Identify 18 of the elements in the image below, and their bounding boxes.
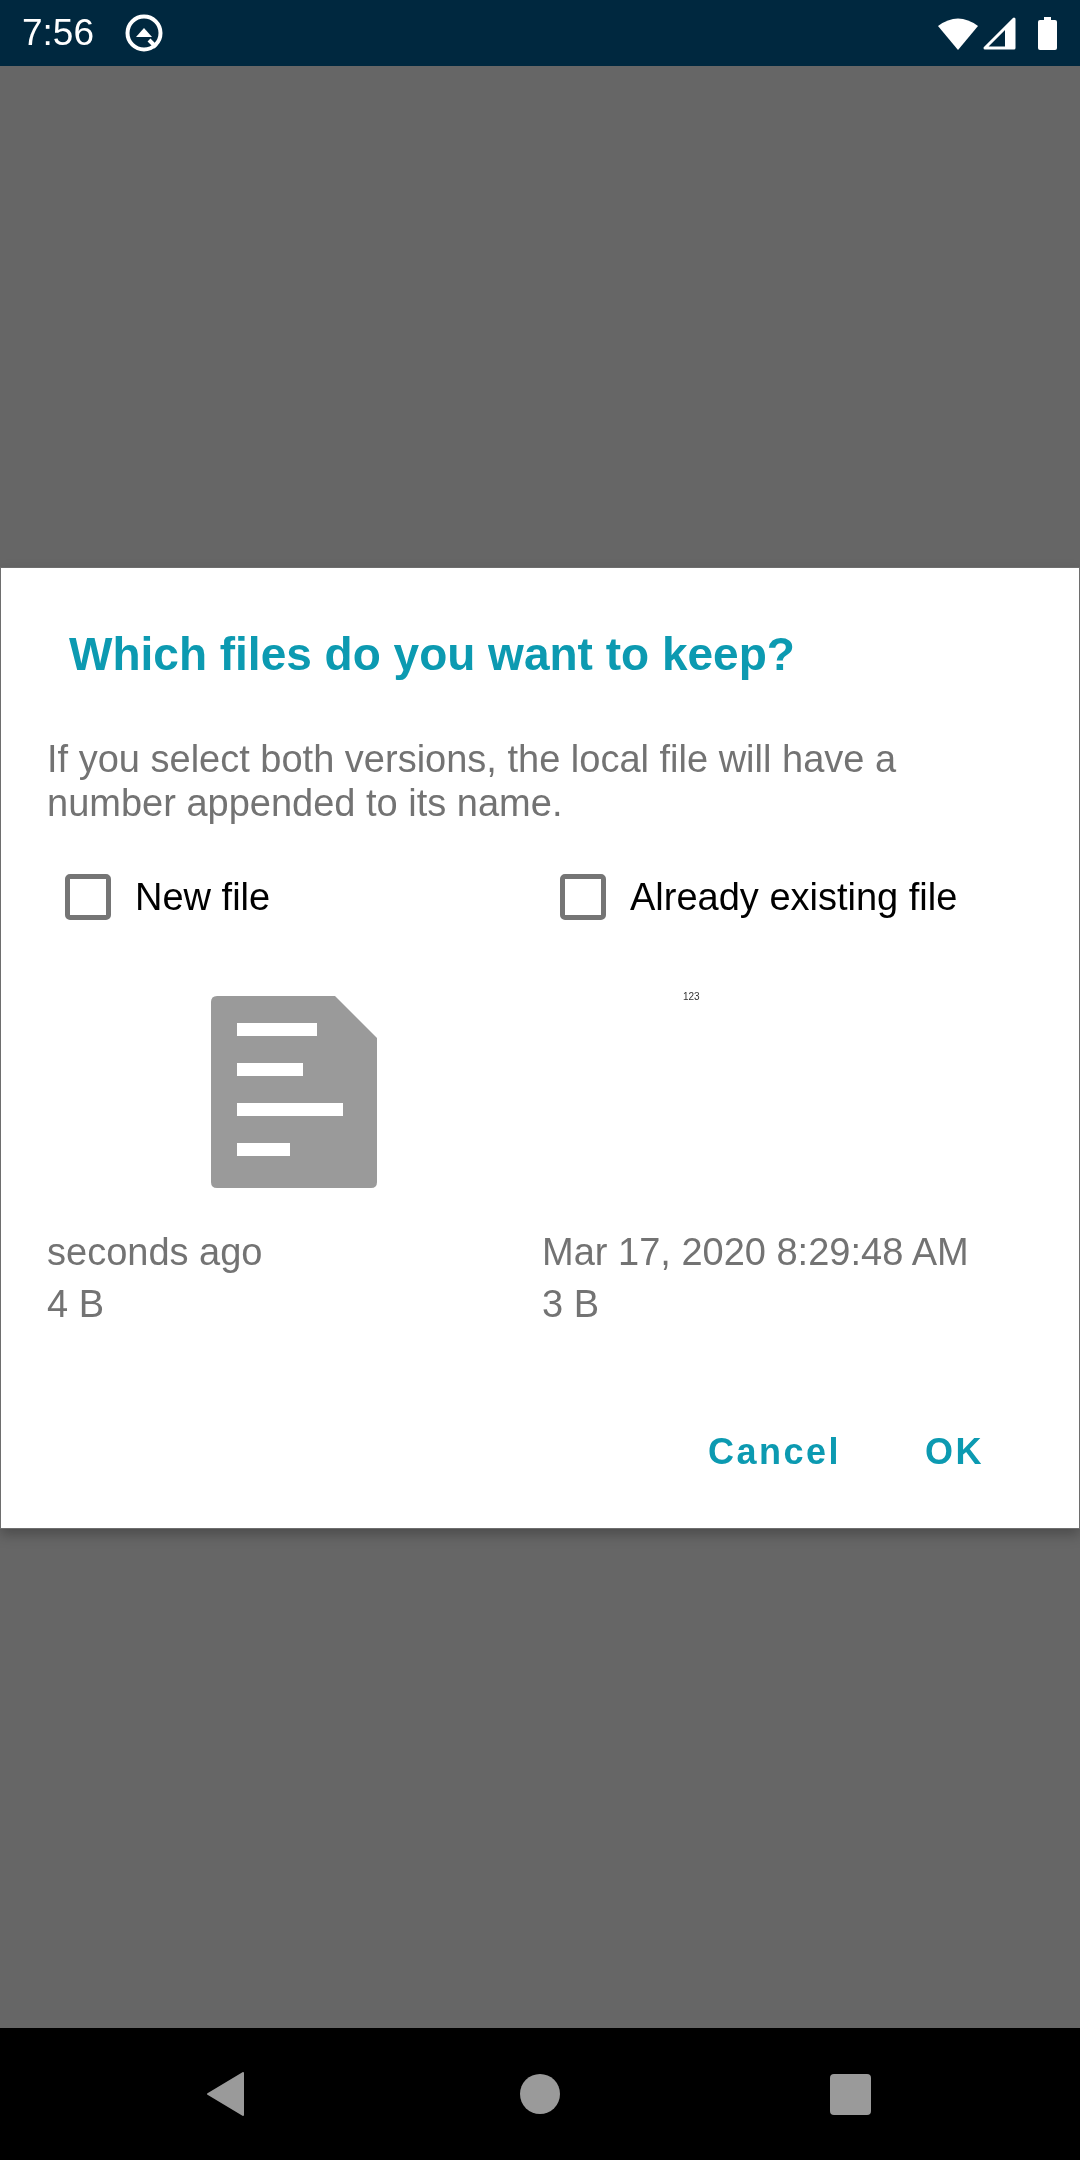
file-size: 3 B	[542, 1282, 600, 1327]
battery-icon	[1038, 16, 1057, 50]
recents-icon[interactable]	[830, 2073, 871, 2115]
file-preview-text: 123	[683, 991, 700, 1002]
circle-logo-icon	[125, 14, 163, 52]
signal-icon	[983, 16, 1016, 50]
file-date: Mar 17, 2020 8:29:48 AM	[542, 1230, 969, 1275]
status-time: 7:56	[22, 11, 94, 55]
document-icon	[211, 996, 377, 1188]
file-size: 4 B	[47, 1282, 105, 1327]
wifi-icon	[938, 16, 978, 50]
back-icon[interactable]	[207, 2072, 245, 2116]
home-icon[interactable]	[520, 2074, 560, 2114]
dialog-message: If you select both versions, the local file will have a number appended to its name.	[47, 737, 898, 825]
checkbox-option[interactable]: Already existing file	[542, 862, 958, 932]
checkbox-option[interactable]: New file	[47, 862, 271, 932]
file-date: seconds ago	[47, 1230, 263, 1275]
dialog-title: Which files do you want to keep?	[69, 627, 795, 682]
